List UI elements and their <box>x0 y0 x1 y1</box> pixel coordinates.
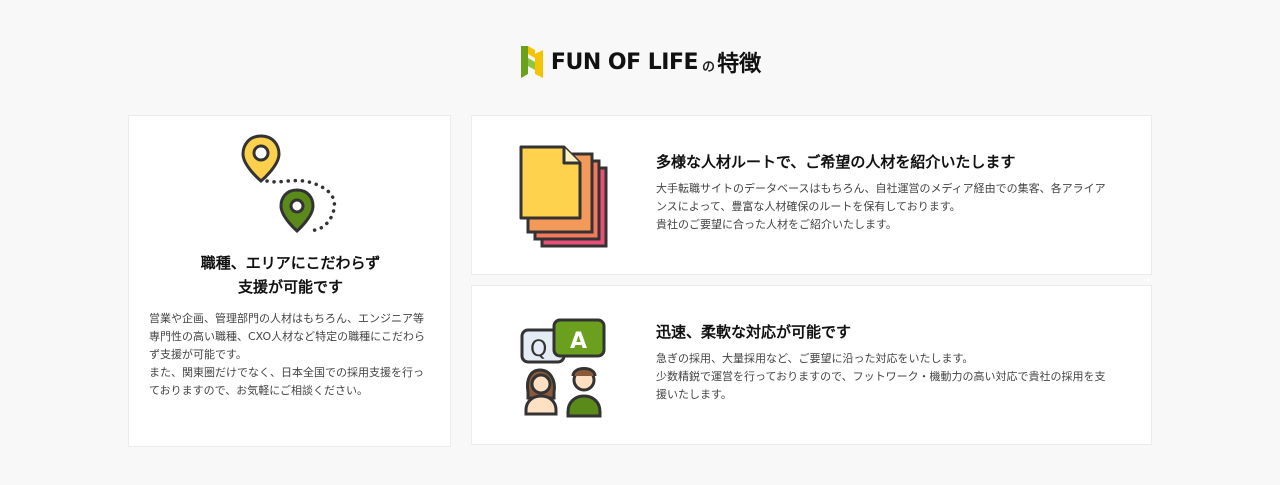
document-stack-icon <box>518 144 608 248</box>
feature-desc-para2: また、関東圏だけでなく、日本全国での採用支援を行っておりますので、お気軽にご相談… <box>149 366 424 397</box>
qa-chat-icon: Q A <box>518 314 608 418</box>
svg-text:Q: Q <box>530 337 547 362</box>
heading-suffix: 特徴 <box>717 52 762 77</box>
feature-desc-para1: 大手転職サイトのデータベースはもちろん、自社運営のメディア経由での集客、各アライ… <box>656 182 1106 213</box>
feature-desc: 大手転職サイトのデータベースはもちろん、自社運営のメディア経由での集客、各アライ… <box>656 180 1116 234</box>
section-heading: FUN OF LIFE の 特徴 <box>0 44 1280 80</box>
feature-title: 多様な人材ルートで、ご希望の人材を紹介いたします <box>656 153 1016 171</box>
feature-text: 迅速、柔軟な対応が可能です 急ぎの採用、大量採用など、ご要望に沿った対応をいたし… <box>656 322 1116 404</box>
feature-desc-area: 営業や企画、管理部門の人材はもちろん、エンジニア等専門性の高い職種、CXO人材な… <box>149 310 434 400</box>
feature-desc-para1: 急ぎの採用、大量採用など、ご要望に沿った対応をいたします。 <box>656 352 974 365</box>
feature-card-routes: 多様な人材ルートで、ご希望の人材を紹介いたします 大手転職サイトのデータベースは… <box>471 115 1152 275</box>
feature-title: 迅速、柔軟な対応が可能です <box>656 323 852 341</box>
feature-desc-para1: 営業や企画、管理部門の人材はもちろん、エンジニア等専門性の高い職種、CXO人材な… <box>149 312 425 361</box>
feature-card-speed: Q A 迅速、柔軟な対応が可能です 急ぎの採用、大量採用など、ご要望に沿った対応… <box>471 285 1152 445</box>
brand-name: FUN OF LIFE <box>550 49 699 75</box>
feature-title-line1: 職種、エリアにこだわらず <box>200 254 381 272</box>
svg-text:A: A <box>570 329 587 354</box>
feature-title-area: 職種、エリアにこだわらず 支援が可能です <box>129 251 452 299</box>
heading-connector: の <box>702 59 716 75</box>
fun-of-life-logo-icon <box>519 44 545 80</box>
feature-desc: 急ぎの採用、大量採用など、ご要望に沿った対応をいたします。 少数精鋭で運営を行っ… <box>656 350 1116 404</box>
map-route-icon <box>239 134 339 234</box>
feature-card-area: 職種、エリアにこだわらず 支援が可能です 営業や企画、管理部門の人材はもちろん、… <box>128 115 451 447</box>
feature-desc-para2: 貴社のご要望に合った人材をご紹介いたします。 <box>656 218 897 231</box>
feature-title-line2: 支援が可能です <box>237 278 343 296</box>
feature-desc-para2: 少数精鋭で運営を行っておりますので、フットワーク・機動力の高い対応で貴社の採用を… <box>656 370 1106 401</box>
feature-text: 多様な人材ルートで、ご希望の人材を紹介いたします 大手転職サイトのデータベースは… <box>656 152 1116 234</box>
